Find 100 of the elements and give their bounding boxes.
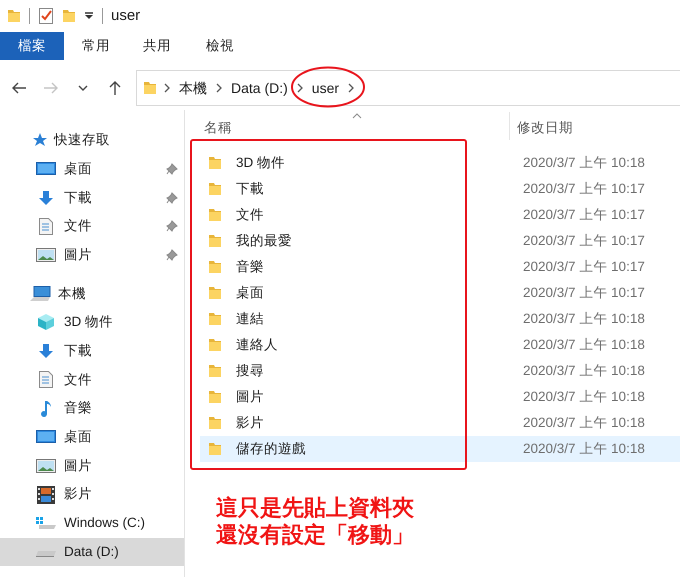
up-arrow-icon[interactable] (107, 80, 123, 96)
folder-icon (143, 80, 157, 96)
date-text: 2020/3/7 上午 10:17 (523, 284, 645, 302)
file-row[interactable]: 音樂 2020/3/7 上午 10:17 (200, 254, 680, 280)
ribbon-tab[interactable]: 共用 (128, 32, 186, 60)
date-text: 2020/3/7 上午 10:18 (523, 414, 645, 432)
file-row[interactable]: 儲存的遊戲 2020/3/7 上午 10:18 (200, 436, 680, 462)
folder-icon (208, 259, 222, 275)
file-row[interactable]: 我的最愛 2020/3/7 上午 10:17 (200, 228, 680, 254)
cube-icon (37, 313, 55, 332)
chevron-icon (296, 82, 304, 94)
date-text: 2020/3/7 上午 10:17 (523, 206, 645, 224)
chevron-icon (163, 82, 171, 94)
file-name: 文件 (236, 206, 265, 224)
file-name: 圖片 (236, 388, 265, 406)
download-icon (38, 190, 54, 206)
ribbon-tab[interactable]: 檢視 (186, 32, 254, 60)
sidebar-item[interactable]: 影片 (0, 480, 184, 509)
sidebar-item[interactable]: 圖片 (0, 452, 184, 480)
column-header[interactable]: 名稱 (190, 118, 509, 142)
folder-icon (7, 8, 21, 24)
file-name: 搜尋 (236, 362, 265, 380)
star-icon (32, 132, 48, 148)
date-text: 2020/3/7 上午 10:17 (523, 258, 645, 276)
caret-icon[interactable] (84, 12, 94, 20)
file-name: 音樂 (236, 258, 265, 276)
sidebar-item[interactable]: 文件 (0, 366, 184, 394)
file-row[interactable]: 連絡人 2020/3/7 上午 10:18 (200, 332, 680, 358)
sidebar-item[interactable]: 圖片 (0, 240, 184, 270)
file-name: 3D 物件 (236, 154, 286, 172)
sort-caret-icon (352, 113, 362, 119)
file-name: 連絡人 (236, 336, 279, 354)
sidebar-item[interactable]: 下載 (0, 336, 184, 366)
monitor-icon (36, 430, 56, 444)
date-text: 2020/3/7 上午 10:18 (523, 362, 645, 380)
folder-icon (208, 337, 222, 353)
document-icon (39, 218, 53, 235)
date-text: 2020/3/7 上午 10:18 (523, 388, 645, 406)
file-name: 影片 (236, 414, 265, 432)
sidebar-item[interactable]: Data (D:) (0, 538, 184, 566)
folder-icon (208, 285, 222, 301)
file-row[interactable]: 圖片 2020/3/7 上午 10:18 (200, 384, 680, 410)
address-bar[interactable]: 本機 Data (D:) user (136, 70, 680, 106)
file-name: 儲存的遊戲 (236, 440, 307, 458)
file-row[interactable]: 搜尋 2020/3/7 上午 10:18 (200, 358, 680, 384)
drive-icon (35, 516, 57, 530)
ribbon-tab[interactable]: 常用 (64, 32, 128, 60)
sidebar-item[interactable]: 下載 (0, 183, 184, 212)
file-row[interactable]: 3D 物件 2020/3/7 上午 10:18 (200, 150, 680, 176)
sidebar-item[interactable]: Windows (C:) (0, 508, 184, 538)
sidebar-item[interactable]: 桌面 (0, 154, 184, 184)
date-text: 2020/3/7 上午 10:18 (523, 310, 645, 328)
annotation-text: 這只是先貼上資料夾 (216, 494, 414, 521)
ribbon-tab[interactable]: 檔案 (0, 32, 64, 60)
folder-icon (208, 441, 222, 457)
annotation-text: 還沒有設定「移動」 (216, 521, 414, 548)
file-name: 下載 (236, 180, 265, 198)
column-header[interactable]: 修改日期 (510, 118, 573, 142)
sidebar-section[interactable]: 快速存取 (0, 126, 184, 155)
window-title: user (111, 6, 140, 26)
breadcrumb-link[interactable]: 本機 (177, 78, 209, 98)
monitor-icon (36, 162, 56, 176)
date-text: 2020/3/7 上午 10:17 (523, 232, 645, 250)
sidebar-item[interactable]: 3D 物件 (0, 308, 184, 337)
file-name: 桌面 (236, 284, 265, 302)
download-icon (38, 343, 54, 360)
film-icon (37, 486, 55, 504)
file-row[interactable]: 桌面 2020/3/7 上午 10:17 (200, 280, 680, 306)
chevron-icon (215, 82, 223, 94)
sidebar-item[interactable]: 音樂 (0, 394, 184, 423)
folder-icon (208, 389, 222, 405)
chevron-icon (347, 82, 356, 94)
folder-icon (208, 181, 222, 197)
file-row[interactable]: 影片 2020/3/7 上午 10:18 (200, 410, 680, 436)
music-note-icon (40, 400, 52, 418)
picture-icon (36, 458, 56, 473)
file-row[interactable]: 下載 2020/3/7 上午 10:17 (200, 176, 680, 202)
date-text: 2020/3/7 上午 10:18 (523, 336, 645, 354)
folder-icon (208, 363, 222, 379)
breadcrumb-link[interactable]: Data (D:) (229, 78, 290, 98)
date-text: 2020/3/7 上午 10:18 (523, 440, 645, 458)
folder-icon (208, 155, 222, 171)
sidebar-section[interactable]: 本機 (0, 279, 184, 308)
date-text: 2020/3/7 上午 10:17 (523, 180, 645, 198)
file-row[interactable]: 連結 2020/3/7 上午 10:18 (200, 306, 680, 332)
file-row[interactable]: 文件 2020/3/7 上午 10:17 (200, 202, 680, 228)
file-name: 連結 (236, 310, 265, 328)
folder-icon (208, 311, 222, 327)
back-arrow-icon[interactable] (11, 80, 27, 96)
folder-icon (208, 415, 222, 431)
file-name: 我的最愛 (236, 232, 293, 250)
sidebar-item[interactable]: 文件 (0, 212, 184, 241)
date-text: 2020/3/7 上午 10:18 (523, 154, 645, 172)
sidebar-item[interactable]: 桌面 (0, 422, 184, 452)
document-icon (39, 371, 53, 388)
folder-icon (208, 207, 222, 223)
picture-icon (36, 248, 56, 262)
folder-icon (208, 233, 222, 249)
computer-icon (30, 286, 52, 302)
checklist-icon[interactable] (38, 7, 54, 25)
